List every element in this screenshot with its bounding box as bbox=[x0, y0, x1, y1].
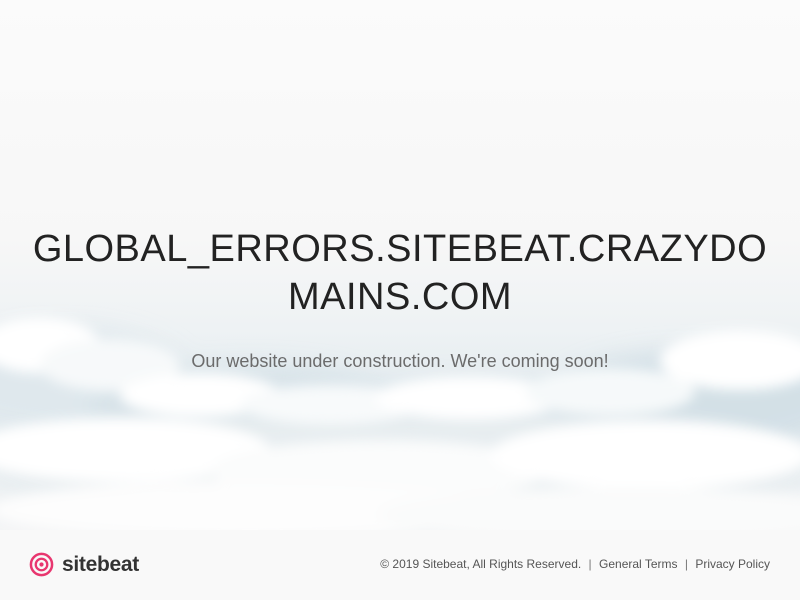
domain-title: GLOBAL_ERRORS.SITEBEAT.CRAZYDOMAINS.COM bbox=[32, 228, 768, 318]
footer-separator: | bbox=[588, 557, 592, 571]
privacy-policy-link[interactable]: Privacy Policy bbox=[695, 557, 770, 571]
general-terms-link[interactable]: General Terms bbox=[599, 557, 677, 571]
hero-section: GLOBAL_ERRORS.SITEBEAT.CRAZYDOMAINS.COM … bbox=[0, 225, 800, 372]
footer-separator: | bbox=[684, 557, 688, 571]
footer-links: © 2019 Sitebeat, All Rights Reserved. | … bbox=[380, 557, 770, 571]
copyright-text: © 2019 Sitebeat, All Rights Reserved. bbox=[380, 557, 582, 571]
page: GLOBAL_ERRORS.SITEBEAT.CRAZYDOMAINS.COM … bbox=[0, 0, 800, 600]
sitebeat-logo-icon bbox=[29, 552, 54, 577]
footer: sitebeat © 2019 Sitebeat, All Rights Res… bbox=[0, 530, 800, 600]
construction-message: Our website under construction. We're co… bbox=[191, 351, 609, 371]
brand-name: sitebeat bbox=[62, 552, 139, 576]
brand[interactable]: sitebeat bbox=[29, 552, 139, 577]
